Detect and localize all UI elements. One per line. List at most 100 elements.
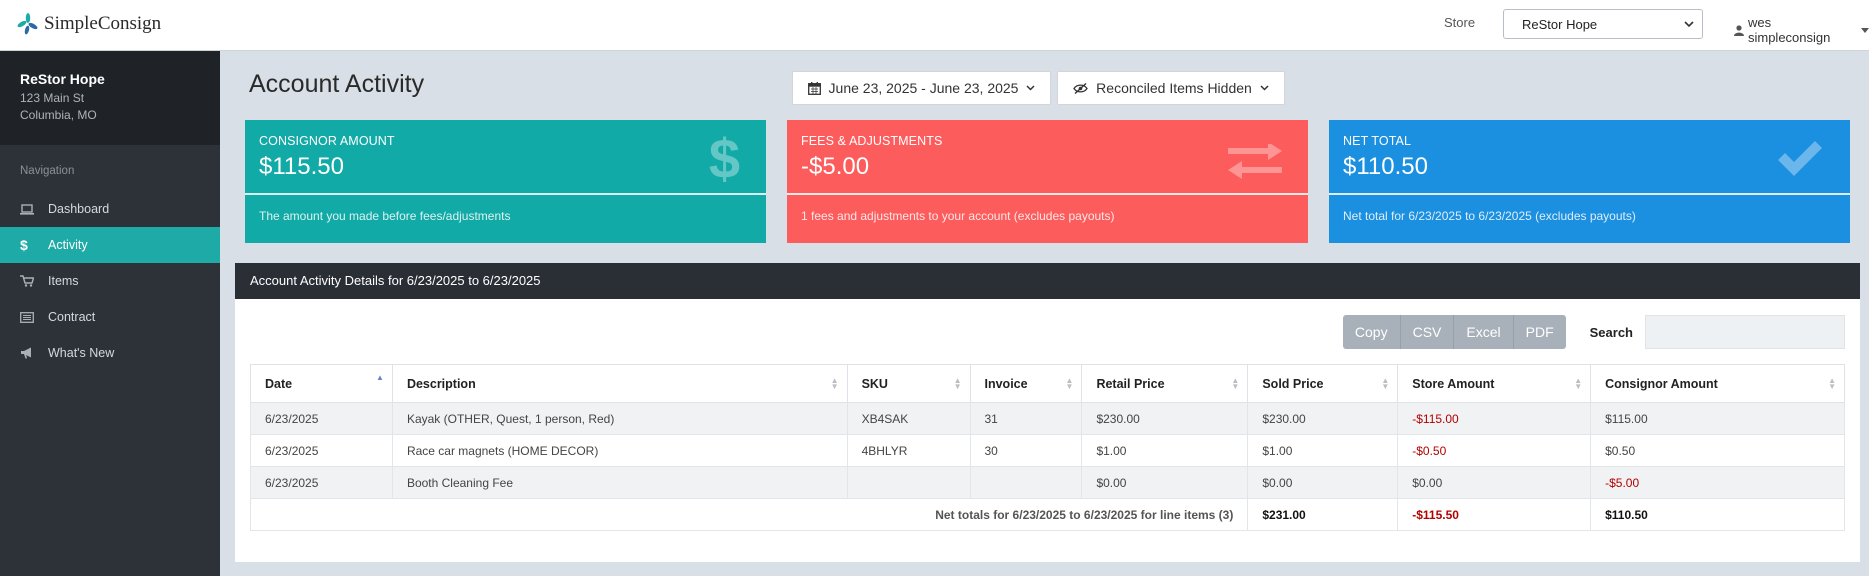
total-consignor-amount: $110.50 bbox=[1590, 498, 1845, 531]
store-address-line1: 123 Main St bbox=[20, 91, 85, 105]
table-row[interactable]: 6/23/2025 Kayak (OTHER, Quest, 1 person,… bbox=[250, 402, 1845, 435]
table-row[interactable]: 6/23/2025 Booth Cleaning Fee $0.00 $0.00… bbox=[250, 466, 1845, 499]
cell-sku: XB4SAK bbox=[846, 402, 971, 435]
cell-retail-price: $1.00 bbox=[1081, 434, 1249, 467]
cell-consignor-amount: $0.50 bbox=[1590, 434, 1845, 467]
search-label: Search bbox=[1589, 324, 1633, 340]
cell-invoice: 31 bbox=[969, 402, 1083, 435]
pdf-button[interactable]: PDF bbox=[1513, 315, 1566, 349]
activity-details-panel: Account Activity Details for 6/23/2025 t… bbox=[235, 263, 1860, 562]
sort-icon: ▲ ▼ bbox=[1381, 376, 1390, 391]
table-row[interactable]: 6/23/2025 Race car magnets (HOME DECOR) … bbox=[250, 434, 1845, 467]
cell-retail-price: $230.00 bbox=[1081, 402, 1249, 435]
cell-store-amount: -$115.00 bbox=[1397, 402, 1592, 435]
reconciled-toggle-button[interactable]: Reconciled Items Hidden bbox=[1057, 71, 1285, 105]
sidebar-item-label: Contract bbox=[48, 310, 96, 324]
dollar-icon: $ bbox=[20, 237, 28, 253]
sidebar-item-whats-new[interactable]: What's New bbox=[0, 335, 220, 371]
col-header-label: Sold Price bbox=[1262, 376, 1324, 391]
eye-slash-icon bbox=[1073, 82, 1088, 94]
chevron-down-icon bbox=[1260, 85, 1269, 91]
megaphone-icon bbox=[20, 347, 48, 359]
col-header-store-amount[interactable]: Store Amount ▲ ▼ bbox=[1397, 364, 1592, 403]
cell-store-amount: $0.00 bbox=[1397, 466, 1592, 499]
store-select-value: ReStor Hope bbox=[1522, 16, 1598, 32]
col-header-date[interactable]: Date ▲ bbox=[250, 364, 393, 403]
col-header-invoice[interactable]: Invoice ▲ ▼ bbox=[969, 364, 1083, 403]
excel-button[interactable]: Excel bbox=[1454, 315, 1514, 349]
sidebar-item-label: Activity bbox=[48, 238, 88, 252]
sort-icon: ▲ ▼ bbox=[953, 376, 962, 391]
card-value: $110.50 bbox=[1343, 153, 1428, 180]
sort-icon: ▲ ▼ bbox=[1574, 376, 1583, 391]
total-sold-price: $231.00 bbox=[1247, 498, 1399, 531]
sidebar-item-activity[interactable]: $ Activity bbox=[0, 227, 220, 263]
col-header-retail-price[interactable]: Retail Price ▲ ▼ bbox=[1081, 364, 1249, 403]
sidebar-item-dashboard[interactable]: Dashboard bbox=[0, 191, 220, 227]
nav-heading: Navigation bbox=[20, 165, 75, 177]
calendar-icon bbox=[807, 81, 821, 95]
cell-store-amount: -$0.50 bbox=[1397, 434, 1592, 467]
cell-sold-price: $1.00 bbox=[1247, 434, 1399, 467]
col-header-consignor-amount[interactable]: Consignor Amount ▲ ▼ bbox=[1590, 364, 1845, 403]
dollar-icon: $ bbox=[708, 127, 740, 190]
cell-sku bbox=[846, 466, 971, 499]
card-value: $115.50 bbox=[259, 153, 344, 180]
sort-asc-icon: ▲ bbox=[376, 373, 384, 382]
csv-button[interactable]: CSV bbox=[1400, 315, 1455, 349]
date-range-text: June 23, 2025 - June 23, 2025 bbox=[828, 80, 1019, 96]
col-header-label: Description bbox=[406, 376, 476, 391]
panel-heading: Account Activity Details for 6/23/2025 t… bbox=[235, 263, 1860, 299]
cell-date: 6/23/2025 bbox=[250, 402, 393, 435]
card-description: Net total for 6/23/2025 to 6/23/2025 (ex… bbox=[1343, 209, 1636, 223]
card-description: The amount you made before fees/adjustme… bbox=[259, 209, 511, 223]
col-header-sold-price[interactable]: Sold Price ▲ ▼ bbox=[1247, 364, 1399, 403]
store-address-line2: Columbia, MO bbox=[20, 108, 97, 122]
fees-adjustments-card: FEES & ADJUSTMENTS -$5.00 1 fees and adj… bbox=[787, 120, 1308, 243]
cell-sold-price: $0.00 bbox=[1247, 466, 1399, 499]
cell-description: Booth Cleaning Fee bbox=[391, 466, 848, 499]
sidebar-item-contract[interactable]: Contract bbox=[0, 299, 220, 335]
cell-consignor-amount: -$5.00 bbox=[1590, 466, 1845, 499]
cell-date: 6/23/2025 bbox=[250, 466, 393, 499]
total-store-amount: -$115.50 bbox=[1397, 498, 1592, 531]
cell-retail-price: $0.00 bbox=[1081, 466, 1249, 499]
search-input[interactable] bbox=[1645, 315, 1845, 349]
net-total-card: NET TOTAL $110.50 Net total for 6/23/202… bbox=[1329, 120, 1850, 243]
copy-button[interactable]: Copy bbox=[1342, 315, 1401, 349]
sidebar-item-items[interactable]: Items bbox=[0, 263, 220, 299]
sidebar-item-label: Items bbox=[48, 274, 79, 288]
card-title: NET TOTAL bbox=[1343, 134, 1412, 148]
sidebar-item-label: Dashboard bbox=[48, 202, 110, 216]
sort-icon: ▲ ▼ bbox=[830, 376, 839, 391]
cart-icon bbox=[20, 275, 48, 287]
page-title: Account Activity bbox=[249, 70, 425, 98]
activity-table: Date ▲ Description ▲ ▼ SKU ▲ ▼ Invoice ▲ ▼ Reta… bbox=[249, 364, 1845, 531]
sort-icon: ▲ ▼ bbox=[1231, 376, 1240, 391]
totals-row: Net totals for 6/23/2025 to 6/23/2025 fo… bbox=[249, 498, 1845, 531]
consignor-amount-card: CONSIGNOR AMOUNT $115.50 $ The amount yo… bbox=[245, 120, 766, 243]
totals-label: Net totals for 6/23/2025 to 6/23/2025 fo… bbox=[249, 498, 1249, 531]
card-description: 1 fees and adjustments to your account (… bbox=[801, 209, 1115, 223]
cell-description: Race car magnets (HOME DECOR) bbox=[391, 434, 848, 467]
check-icon bbox=[1776, 138, 1824, 181]
sort-icon: ▲ ▼ bbox=[1828, 376, 1836, 391]
store-select[interactable]: ReStor Hope bbox=[1503, 9, 1703, 39]
logo[interactable]: SimpleConsign bbox=[16, 12, 161, 36]
col-header-description[interactable]: Description ▲ ▼ bbox=[391, 364, 848, 403]
card-value: -$5.00 bbox=[801, 153, 870, 180]
date-range-button[interactable]: June 23, 2025 - June 23, 2025 bbox=[792, 71, 1051, 105]
user-name: wes simpleconsign bbox=[1747, 15, 1831, 45]
col-header-label: Store Amount bbox=[1412, 376, 1495, 391]
sort-icon: ▲ ▼ bbox=[1065, 376, 1074, 391]
store-info: ReStor Hope 123 Main St Columbia, MO bbox=[0, 51, 220, 145]
col-header-label: SKU bbox=[861, 376, 888, 391]
cell-date: 6/23/2025 bbox=[250, 434, 393, 467]
user-menu[interactable]: wes simpleconsign bbox=[1734, 15, 1869, 45]
sidebar: ReStor Hope 123 Main St Columbia, MO Nav… bbox=[0, 51, 220, 576]
reconciled-text: Reconciled Items Hidden bbox=[1096, 80, 1252, 96]
col-header-sku[interactable]: SKU ▲ ▼ bbox=[846, 364, 971, 403]
user-icon bbox=[1734, 24, 1744, 36]
sidebar-item-label: What's New bbox=[48, 346, 115, 360]
list-icon bbox=[20, 311, 48, 323]
